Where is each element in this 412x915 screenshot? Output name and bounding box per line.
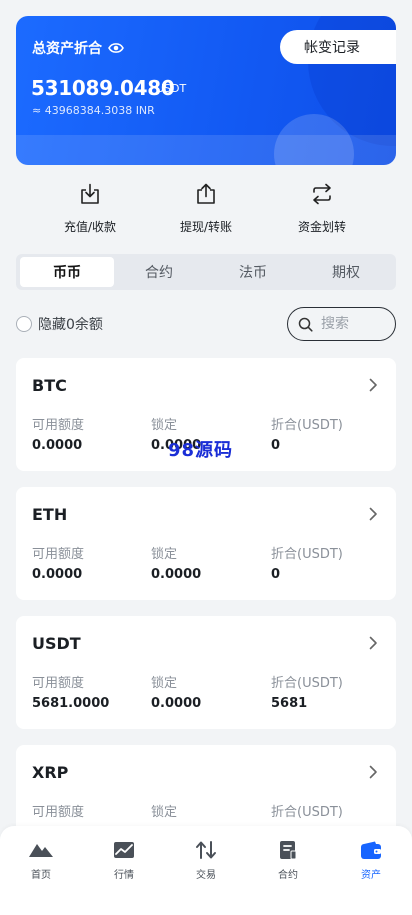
- wallet-icon: [361, 841, 381, 859]
- available-value: 0.0000: [32, 438, 83, 453]
- watermark: 98源码: [168, 440, 234, 461]
- nav-assets-label: 资产: [361, 870, 381, 881]
- home-mountain-icon: [29, 844, 53, 857]
- nav-market-label: 行情: [114, 870, 134, 881]
- chevron-right-icon[interactable]: [369, 636, 378, 650]
- chevron-right-icon[interactable]: [369, 765, 378, 779]
- converted-label: 折合(USDT): [271, 418, 343, 433]
- converted-label: 折合(USDT): [271, 676, 343, 691]
- tab-contract[interactable]: 合约: [112, 257, 206, 287]
- locked-value: 0.0000: [151, 696, 202, 711]
- withdraw-button[interactable]: 提现/转账: [146, 183, 266, 235]
- coin-name: BTC: [32, 376, 67, 395]
- balance-converted: ≈ 43968384.3038 INR: [32, 104, 155, 117]
- total-balance: 531089.0480: [31, 76, 175, 100]
- available-label: 可用额度: [32, 676, 85, 691]
- search-icon: [298, 317, 313, 332]
- contract-doc-icon: [280, 841, 297, 860]
- market-chart-icon: [114, 842, 134, 858]
- nav-trade[interactable]: 交易: [171, 840, 241, 881]
- nav-trade-label: 交易: [196, 870, 216, 881]
- search-box[interactable]: [287, 307, 396, 341]
- asset-summary-card: 总资产折合 帐变记录 531089.0480 USDT ≈ 43968384.3…: [16, 16, 396, 165]
- coin-name: XRP: [32, 763, 69, 782]
- nav-contract[interactable]: 合约: [253, 840, 323, 881]
- nav-contract-label: 合约: [278, 870, 298, 881]
- bottom-nav: 首页 行情 交易 合约 资产: [0, 826, 412, 915]
- available-value: 0.0000: [32, 567, 83, 582]
- tab-options[interactable]: 期权: [299, 257, 393, 287]
- converted-value: 0: [271, 438, 281, 453]
- nav-assets[interactable]: 资产: [336, 840, 406, 881]
- account-tabs: 币币 合约 法币 期权: [16, 254, 396, 290]
- converted-value: 5681: [271, 696, 308, 711]
- locked-label: 锁定: [151, 418, 178, 433]
- deposit-button[interactable]: 充值/收款: [30, 183, 150, 235]
- available-label: 可用额度: [32, 805, 85, 820]
- asset-card-eth[interactable]: ETH 可用额度 锁定 折合(USDT) 0.0000 0.0000 0: [16, 487, 396, 600]
- nav-home-label: 首页: [31, 870, 51, 881]
- balance-unit: USDT: [156, 82, 187, 95]
- tab-spot[interactable]: 币币: [20, 257, 114, 287]
- locked-value: 0.0000: [151, 567, 202, 582]
- converted-label: 折合(USDT): [271, 805, 343, 820]
- upload-icon: [197, 183, 215, 204]
- coin-name: ETH: [32, 505, 68, 524]
- transfer-icon: [313, 183, 331, 205]
- hide-zero-balance-toggle[interactable]: 隐藏0余额: [16, 314, 103, 334]
- transaction-records-button[interactable]: 帐变记录: [280, 30, 396, 64]
- card-decoration: [16, 135, 396, 165]
- available-label: 可用额度: [32, 547, 85, 562]
- coin-name: USDT: [32, 634, 81, 653]
- available-label: 可用额度: [32, 418, 85, 433]
- eye-icon[interactable]: [108, 42, 124, 54]
- chevron-right-icon[interactable]: [369, 378, 378, 392]
- nav-home[interactable]: 首页: [6, 840, 76, 881]
- transfer-label: 资金划转: [297, 220, 346, 234]
- locked-label: 锁定: [151, 676, 178, 691]
- asset-card-usdt[interactable]: USDT 可用额度 锁定 折合(USDT) 5681.0000 0.0000 5…: [16, 616, 396, 729]
- tab-fiat[interactable]: 法币: [206, 257, 300, 287]
- total-assets-label: 总资产折合: [32, 41, 102, 57]
- converted-value: 0: [271, 567, 281, 582]
- transfer-button[interactable]: 资金划转: [262, 183, 382, 235]
- locked-label: 锁定: [151, 805, 178, 820]
- locked-label: 锁定: [151, 547, 178, 562]
- nav-market[interactable]: 行情: [89, 840, 159, 881]
- withdraw-label: 提现/转账: [179, 220, 233, 234]
- total-assets-title: 总资产折合: [32, 38, 124, 58]
- quick-actions: 充值/收款 提现/转账 资金划转: [16, 183, 396, 243]
- deposit-label: 充值/收款: [63, 220, 117, 234]
- hide-zero-radio[interactable]: [16, 316, 32, 332]
- trade-arrows-icon: [196, 841, 216, 859]
- converted-label: 折合(USDT): [271, 547, 343, 562]
- chevron-right-icon[interactable]: [369, 507, 378, 521]
- search-input[interactable]: [319, 315, 383, 333]
- download-icon: [81, 183, 99, 204]
- hide-zero-label: 隐藏0余额: [38, 317, 103, 333]
- available-value: 5681.0000: [32, 696, 110, 711]
